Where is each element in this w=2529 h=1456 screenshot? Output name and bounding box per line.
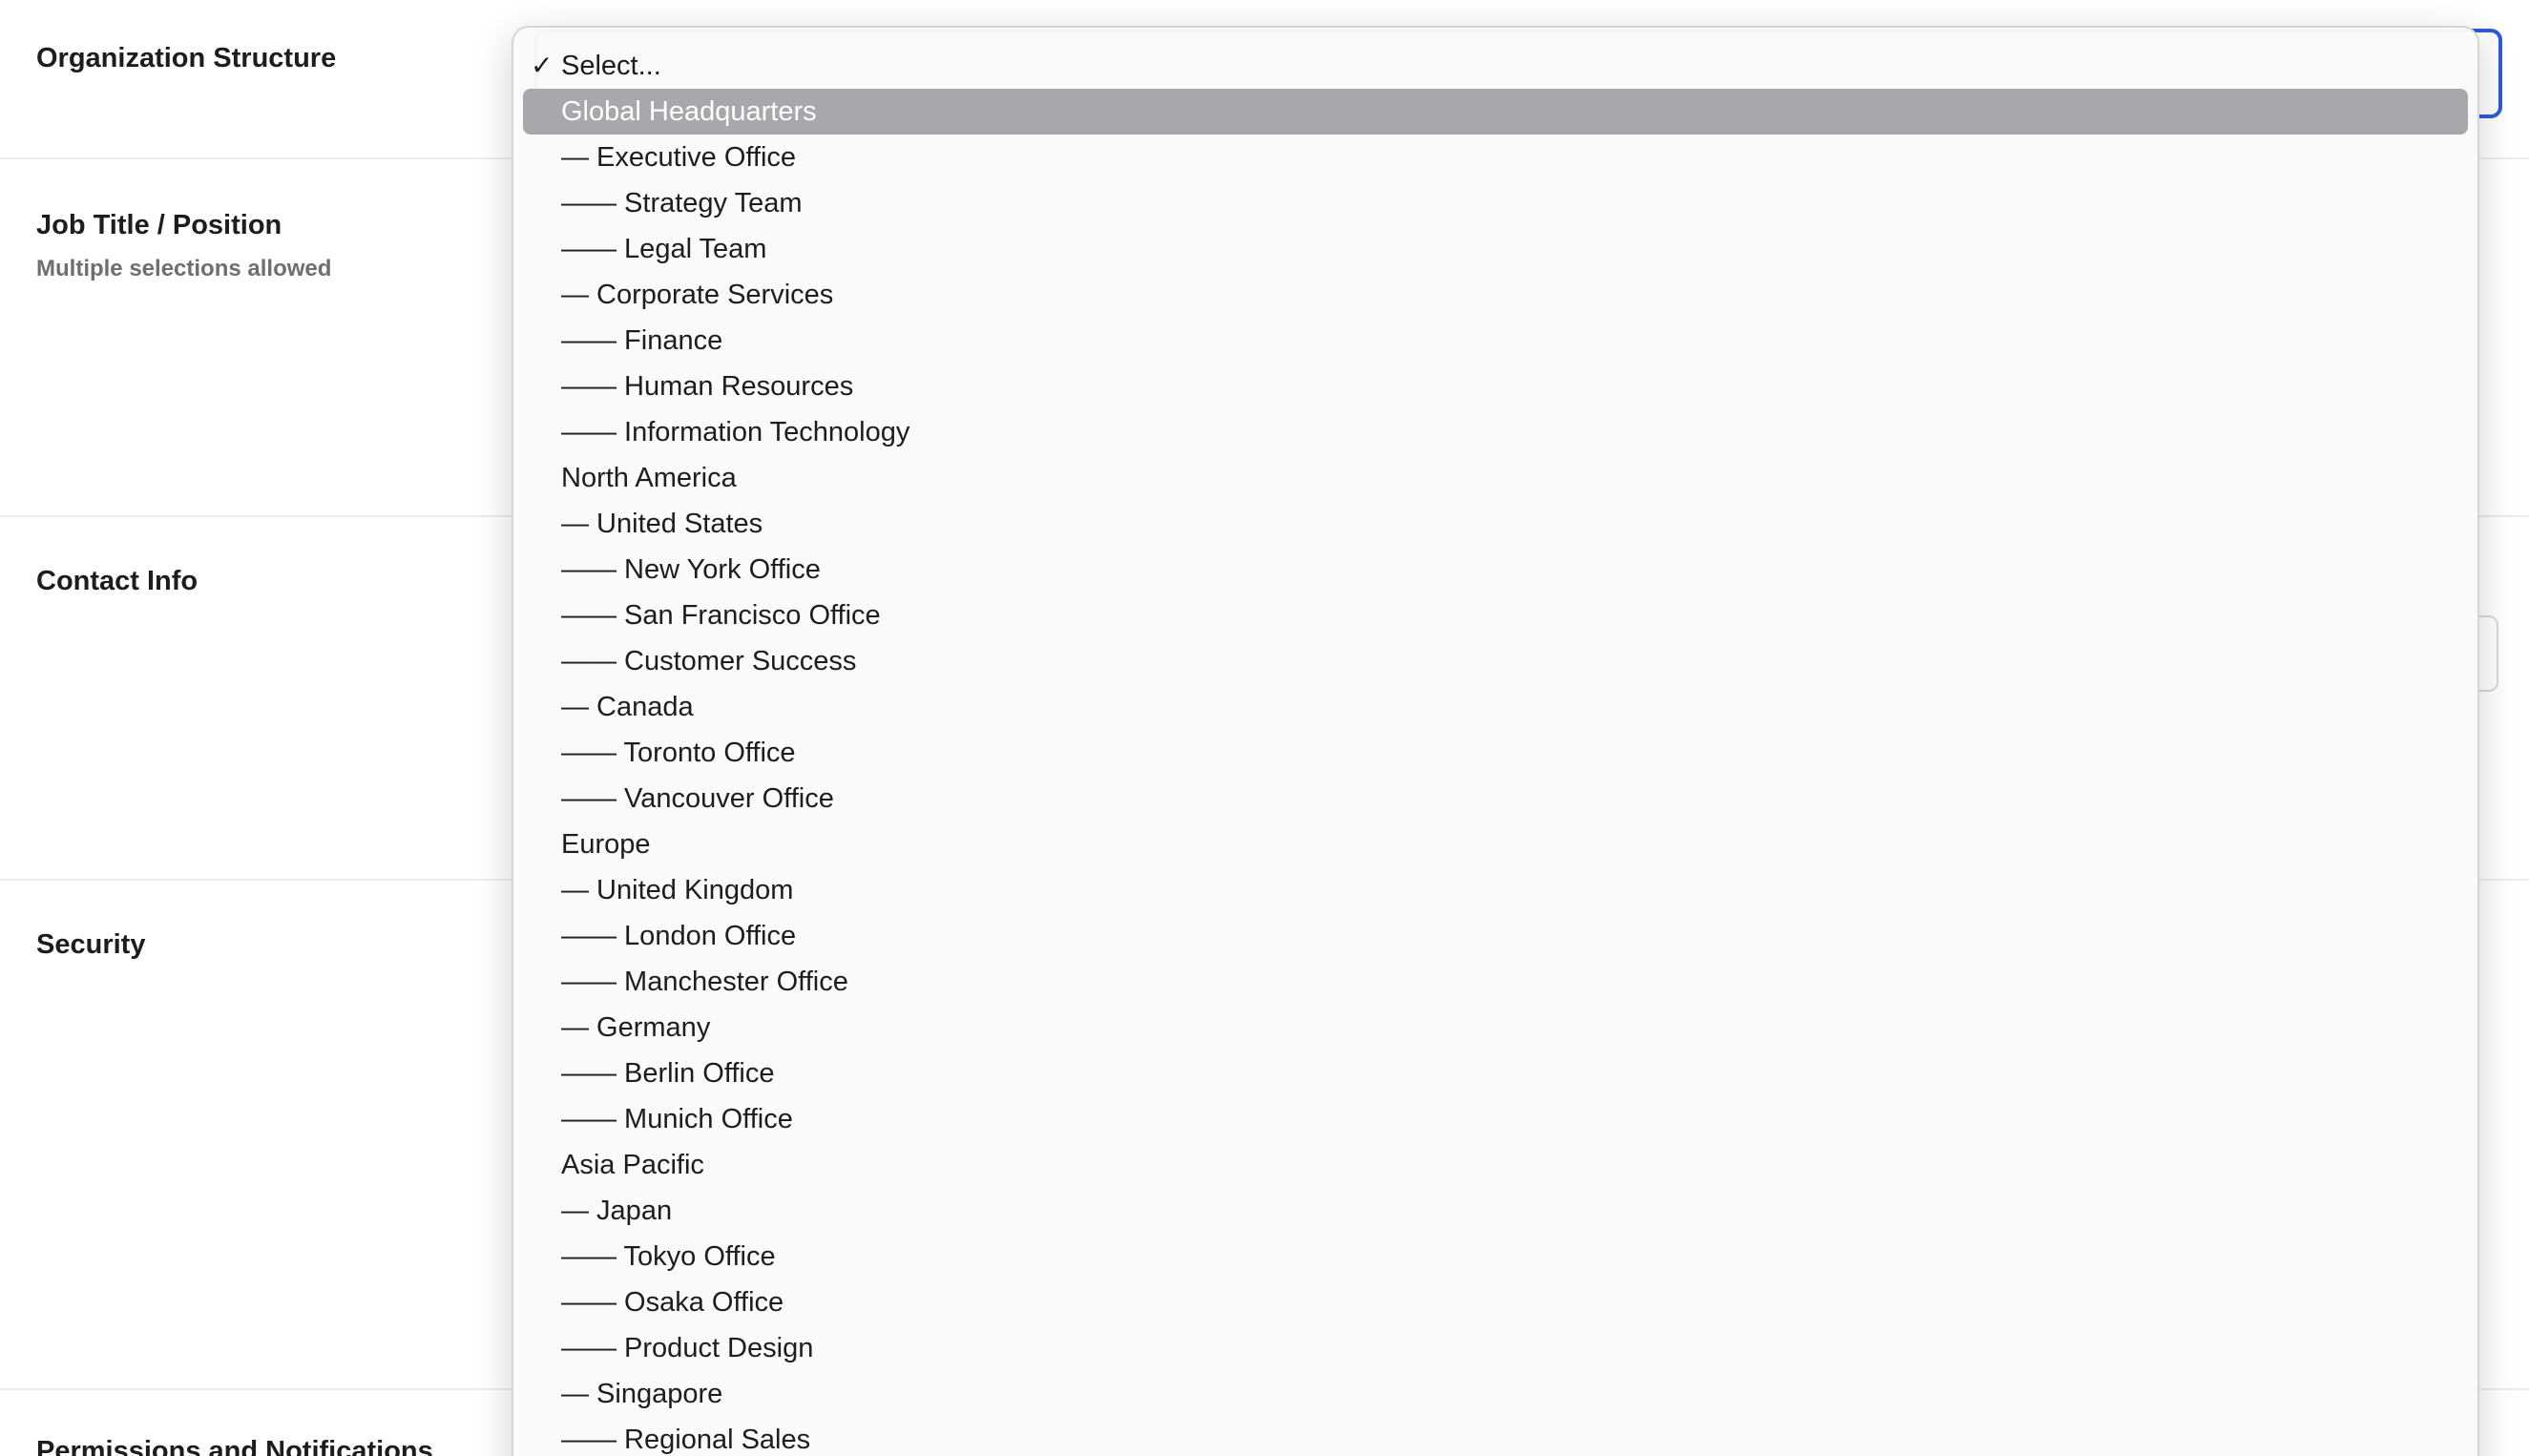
dropdown-option-label: — Germany xyxy=(561,1012,711,1043)
section-label-organization: Organization Structure xyxy=(36,43,337,73)
dropdown-option-label: —— Information Technology xyxy=(561,417,910,447)
dropdown-option-label: — Corporate Services xyxy=(561,280,834,310)
settings-page: Organization Structure Job Title / Posit… xyxy=(0,0,2529,1456)
dropdown-option[interactable]: —— Munich Office xyxy=(513,1096,2477,1142)
dropdown-option-label: — United States xyxy=(561,509,763,539)
dropdown-option-label: Global Headquarters xyxy=(561,96,817,127)
dropdown-option[interactable]: —— London Office xyxy=(513,913,2477,959)
dropdown-option[interactable]: — Executive Office xyxy=(513,135,2477,180)
dropdown-option-label: — Canada xyxy=(561,692,694,722)
dropdown-option[interactable]: Asia Pacific xyxy=(513,1142,2477,1188)
dropdown-option-label: Europe xyxy=(561,829,651,860)
dropdown-option-label: —— Tokyo Office xyxy=(561,1241,776,1272)
dropdown-option-label: — Singapore xyxy=(561,1379,723,1409)
dropdown-option[interactable]: —— Legal Team xyxy=(513,226,2477,272)
dropdown-option-label: —— Customer Success xyxy=(561,646,857,676)
dropdown-option[interactable]: —— Regional Sales xyxy=(513,1417,2477,1456)
dropdown-option-label: —— Strategy Team xyxy=(561,188,803,218)
dropdown-option-label: —— New York Office xyxy=(561,554,821,585)
dropdown-option[interactable]: —— Product Design xyxy=(513,1325,2477,1371)
dropdown-option-label: —— Munich Office xyxy=(561,1104,793,1134)
dropdown-options-list: ✓ Select... Global Headquarters — Executive… xyxy=(513,43,2477,1456)
dropdown-option-label: —— Regional Sales xyxy=(561,1425,811,1455)
checkmark-icon: ✓ xyxy=(531,51,554,80)
dropdown-option[interactable]: — United States xyxy=(513,501,2477,547)
dropdown-option[interactable]: —— Vancouver Office xyxy=(513,776,2477,822)
dropdown-option[interactable]: — Singapore xyxy=(513,1371,2477,1417)
dropdown-option[interactable]: Europe xyxy=(513,822,2477,867)
section-label-security: Security xyxy=(36,929,146,960)
dropdown-option-label: North America xyxy=(561,463,737,493)
dropdown-option[interactable]: ✓ Select... xyxy=(513,43,2477,89)
dropdown-option-label: —— Berlin Office xyxy=(561,1058,775,1089)
dropdown-option-label: — Executive Office xyxy=(561,142,797,173)
dropdown-option[interactable]: —— Toronto Office xyxy=(513,730,2477,776)
dropdown-option-label: —— Osaka Office xyxy=(561,1287,784,1318)
dropdown-option-label: Select... xyxy=(561,51,661,81)
dropdown-option[interactable]: —— San Francisco Office xyxy=(513,593,2477,638)
section-label-contact-info: Contact Info xyxy=(36,566,199,596)
dropdown-option-label: —— Finance xyxy=(561,325,723,356)
dropdown-option-label: —— San Francisco Office xyxy=(561,600,881,631)
dropdown-option-label: —— Legal Team xyxy=(561,234,767,264)
dropdown-option[interactable]: —— Manchester Office xyxy=(513,959,2477,1005)
dropdown-option-label: —— Human Resources xyxy=(561,371,854,402)
dropdown-option[interactable]: —— Strategy Team xyxy=(513,180,2477,226)
dropdown-option[interactable]: —— New York Office xyxy=(513,547,2477,593)
dropdown-option[interactable]: — Corporate Services xyxy=(513,272,2477,318)
dropdown-option[interactable]: — Germany xyxy=(513,1005,2477,1050)
dropdown-option[interactable]: —— Osaka Office xyxy=(513,1279,2477,1325)
dropdown-option[interactable]: —— Finance xyxy=(513,318,2477,364)
dropdown-option[interactable]: — Japan xyxy=(513,1188,2477,1234)
dropdown-option-label: — United Kingdom xyxy=(561,875,794,905)
section-hint-multiple: Multiple selections allowed xyxy=(36,256,332,281)
dropdown-option-label: —— Toronto Office xyxy=(561,738,796,768)
dropdown-option[interactable]: — United Kingdom xyxy=(513,867,2477,913)
dropdown-option[interactable]: —— Human Resources xyxy=(513,364,2477,409)
section-label-permissions: Permissions and Notifications xyxy=(36,1436,433,1456)
dropdown-option[interactable]: — Canada xyxy=(513,684,2477,730)
dropdown-option-label: — Japan xyxy=(561,1196,673,1226)
dropdown-option[interactable]: North America xyxy=(513,455,2477,501)
dropdown-option[interactable]: —— Berlin Office xyxy=(513,1050,2477,1096)
dropdown-option-label: —— Product Design xyxy=(561,1333,814,1363)
dropdown-option-label: —— Vancouver Office xyxy=(561,783,834,814)
dropdown-option[interactable]: —— Customer Success xyxy=(513,638,2477,684)
organization-dropdown-menu[interactable]: ✓ Select... Global Headquarters — Executive… xyxy=(512,26,2479,1456)
dropdown-option-label: —— London Office xyxy=(561,921,797,951)
dropdown-option[interactable]: Global Headquarters xyxy=(523,89,2468,135)
dropdown-option[interactable]: —— Information Technology xyxy=(513,409,2477,455)
dropdown-option[interactable]: —— Tokyo Office xyxy=(513,1234,2477,1279)
dropdown-option-label: Asia Pacific xyxy=(561,1150,704,1180)
section-label-job-title: Job Title / Position xyxy=(36,210,282,240)
dropdown-option-label: —— Manchester Office xyxy=(561,967,848,997)
